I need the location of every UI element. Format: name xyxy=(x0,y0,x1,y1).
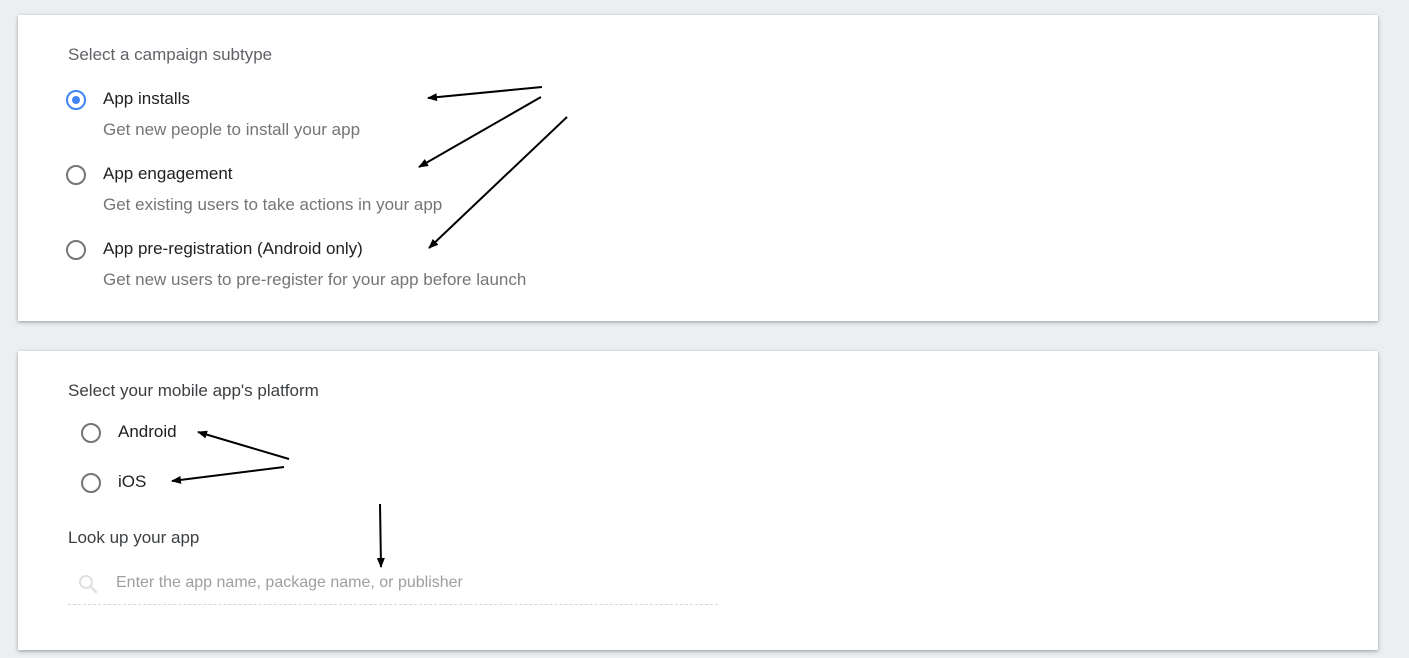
radio-label: Android xyxy=(118,422,177,441)
app-platform-card: Select your mobile app's platform Androi… xyxy=(18,351,1378,650)
radio-description: Get new people to install your app xyxy=(103,120,361,139)
radio-description: Get new users to pre-register for your a… xyxy=(103,270,527,289)
app-search-input[interactable] xyxy=(116,570,706,596)
platform-title: Select your mobile app's platform xyxy=(68,381,319,400)
radio-description: Get existing users to take actions in yo… xyxy=(103,195,443,214)
radio-button[interactable] xyxy=(66,240,86,260)
radio-button-checked[interactable] xyxy=(66,90,86,110)
lookup-title: Look up your app xyxy=(68,528,200,547)
app-search-field[interactable] xyxy=(68,564,718,605)
radio-label: App pre-registration (Android only) xyxy=(103,239,363,258)
search-icon xyxy=(78,574,98,594)
radio-button[interactable] xyxy=(81,423,101,443)
radio-button[interactable] xyxy=(81,473,101,493)
campaign-subtype-card: Select a campaign subtype App installs G… xyxy=(18,15,1378,321)
radio-label: App installs xyxy=(103,89,190,108)
radio-label: iOS xyxy=(118,472,147,491)
radio-button[interactable] xyxy=(66,165,86,185)
radio-label: App engagement xyxy=(103,164,233,183)
campaign-subtype-title: Select a campaign subtype xyxy=(68,45,273,64)
